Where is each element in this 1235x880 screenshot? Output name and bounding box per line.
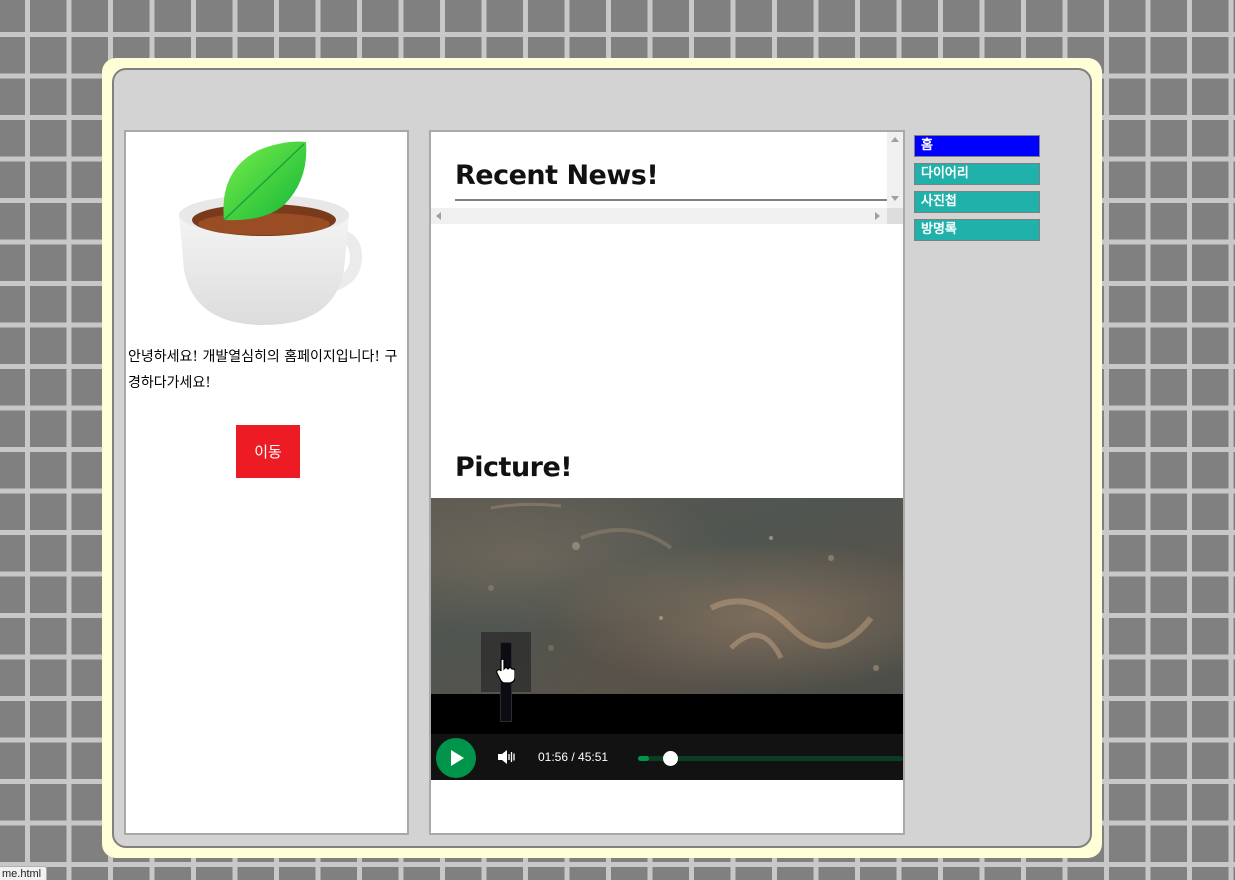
side-nav-menu: 홈 다이어리 사진첩 방명록 [914, 135, 1040, 247]
video-progress-fill [638, 756, 650, 761]
scroll-left-arrow-icon[interactable] [436, 212, 441, 220]
recent-news-title: Recent News! [455, 160, 887, 201]
video-progress-thumb[interactable] [663, 751, 679, 766]
profile-panel: 안녕하세요! 개발열심히의 홈페이지입니다! 구경하다가세요! 이동 [124, 130, 409, 835]
main-content-panel: Recent News! Picture! 01:56 / 45:51 [429, 130, 905, 835]
scrollbar-corner [887, 208, 903, 224]
video-controls-bar: 01:56 / 45:51 [431, 734, 903, 780]
nav-item-guestbook[interactable]: 방명록 [914, 219, 1040, 241]
video-progress-track[interactable] [638, 751, 903, 766]
browser-status-url: me.html [0, 866, 48, 880]
profile-greeting-text: 안녕하세요! 개발열심히의 홈페이지입니다! 구경하다가세요! [128, 349, 398, 391]
video-time-display: 01:56 / 45:51 [538, 750, 609, 764]
video-player[interactable]: 01:56 / 45:51 [431, 498, 903, 780]
coffee-cup-leaf-logo [179, 141, 363, 325]
picture-section-title: Picture! [455, 452, 573, 483]
news-horizontal-scrollbar[interactable] [431, 208, 887, 224]
nav-item-home[interactable]: 홈 [914, 135, 1040, 157]
recent-news-frame[interactable]: Recent News! [431, 132, 903, 224]
scroll-down-arrow-icon[interactable] [891, 196, 899, 201]
hand-pointer-cursor-icon [496, 658, 515, 684]
volume-icon[interactable] [497, 749, 515, 765]
nav-item-photo-album[interactable]: 사진첩 [914, 191, 1040, 213]
scroll-right-arrow-icon[interactable] [875, 212, 880, 220]
news-vertical-scrollbar[interactable] [887, 132, 903, 208]
scroll-up-arrow-icon[interactable] [891, 137, 899, 142]
nav-item-diary[interactable]: 다이어리 [914, 163, 1040, 185]
go-button[interactable]: 이동 [236, 425, 300, 478]
play-button[interactable] [436, 738, 476, 778]
